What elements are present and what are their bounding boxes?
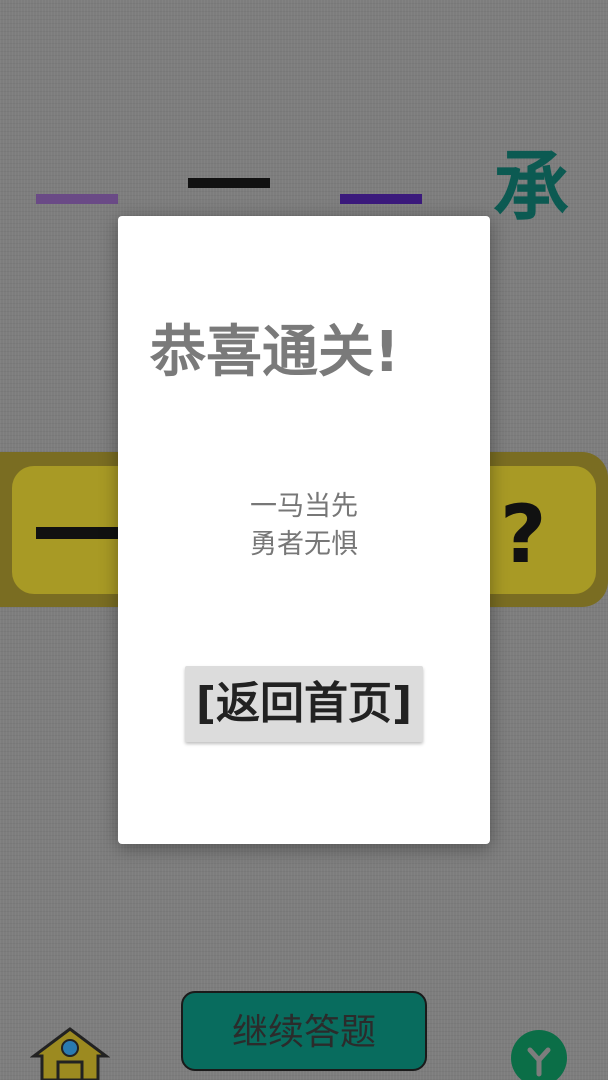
dialog-message-line-2: 勇者无惧 xyxy=(250,529,358,560)
share-icon[interactable] xyxy=(510,1028,568,1080)
dash-glyph xyxy=(36,194,118,204)
dialog-message-line-1: 一马当先 xyxy=(250,491,358,522)
answer-question-mark: ? xyxy=(500,488,547,581)
dash-glyph xyxy=(340,194,422,204)
idiom-char-4[interactable]: 承 xyxy=(493,142,569,232)
answer-dash-glyph xyxy=(36,527,124,539)
continue-button[interactable]: 继续答题 xyxy=(181,991,427,1071)
house-icon[interactable] xyxy=(30,1026,110,1080)
dialog-title: 恭喜通关! xyxy=(150,320,400,385)
dash-glyph xyxy=(188,178,270,188)
return-home-button[interactable]: [返回首页] xyxy=(185,666,423,742)
idiom-char-1[interactable] xyxy=(36,140,118,230)
